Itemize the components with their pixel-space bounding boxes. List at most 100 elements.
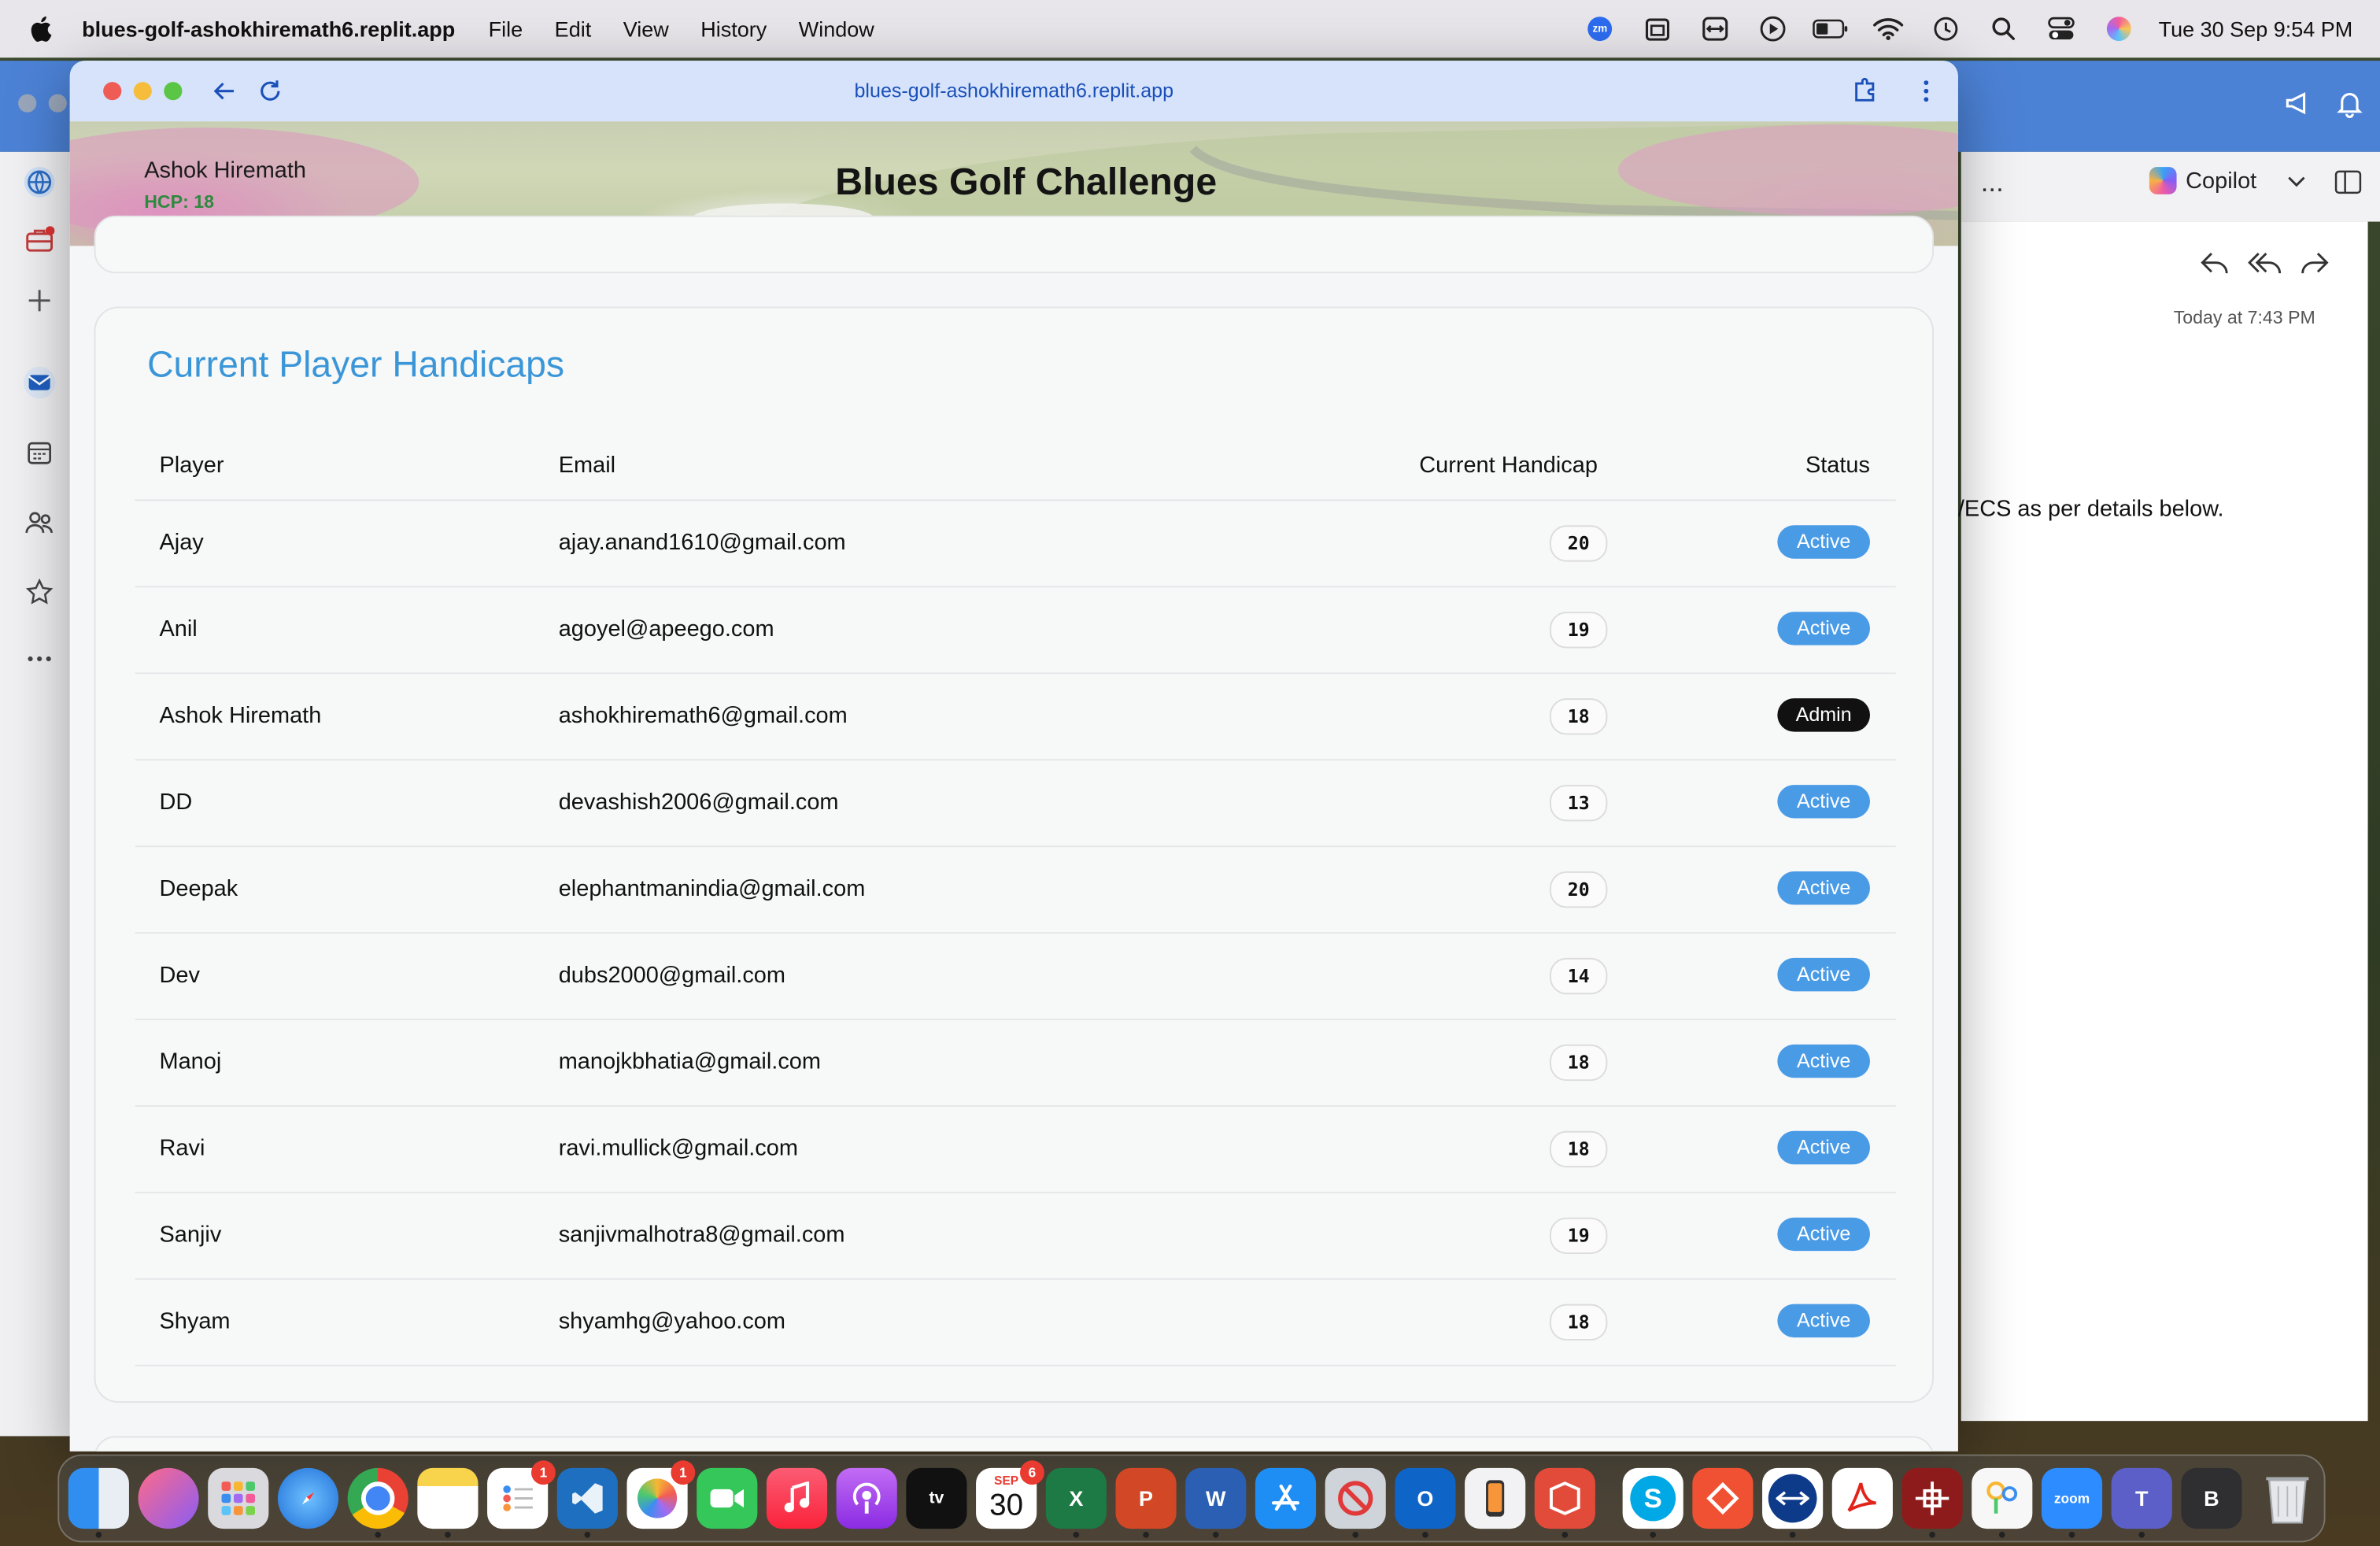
menu-window[interactable]: Window [799,17,874,41]
add-icon[interactable] [21,283,57,319]
previous-card [94,215,1934,274]
reply-icon[interactable] [2199,249,2230,283]
play-status-icon[interactable] [1755,10,1791,46]
wifi-icon[interactable] [1870,10,1906,46]
status-badge: Active [1777,871,1870,905]
column-header-email: Email [558,452,616,479]
player-name: Anil [159,616,198,642]
player-name: Deepak [159,875,238,902]
running-indicator [375,1531,382,1538]
player-email: manojkbhatia@gmail.com [558,1049,821,1075]
control-center-icon[interactable] [2043,10,2079,46]
status-badge: Admin [1777,698,1870,732]
calendar-month: SEP [994,1474,1019,1488]
powerpoint-icon[interactable]: P [1115,1467,1177,1529]
star-icon[interactable] [21,574,57,610]
outlook-more-button[interactable]: ... [1981,167,2004,198]
player-name: Ajay [159,530,204,556]
apple-tv-icon[interactable]: tv [906,1467,967,1529]
menubar-clock[interactable]: Tue 30 Sep 9:54 PM [2159,17,2353,41]
acrobat-icon[interactable] [1831,1467,1893,1529]
people-icon[interactable] [21,504,57,540]
browser-menu-icon[interactable] [1922,79,1931,110]
player-email: agoyel@apeego.com [558,616,774,642]
excel-icon[interactable]: X [1045,1467,1107,1529]
outlook-close-dot[interactable] [18,94,37,113]
finder-icon[interactable] [68,1467,129,1529]
reading-pane-toggle-icon[interactable] [2334,170,2362,202]
zoom-status-icon[interactable]: zm [1582,10,1618,46]
extensions-puzzle-icon[interactable] [1852,76,1879,110]
launchpad-icon[interactable] [208,1467,269,1529]
menu-file[interactable]: File [489,17,523,41]
running-indicator [584,1531,591,1538]
outlook-minimize-dot[interactable] [48,94,67,113]
menu-history[interactable]: History [700,17,767,41]
facetime-icon[interactable] [697,1467,758,1529]
table-row: Ashok Hiremath ashokhiremath6@gmail.com 18… [135,672,1896,761]
menu-edit[interactable]: Edit [555,17,592,41]
more-apps-icon[interactable] [21,641,57,677]
calendar-icon[interactable] [21,435,57,471]
word-icon[interactable]: W [1185,1467,1247,1529]
active-app-name[interactable]: blues-golf-ashokhiremath6.replit.app [82,17,455,41]
battery-icon[interactable] [1813,10,1849,46]
siri-icon[interactable] [2101,10,2137,46]
chrome-icon[interactable] [347,1467,408,1529]
notes-icon[interactable] [417,1467,479,1529]
passwords-icon[interactable] [1972,1467,2033,1529]
table-row: Ajay ajay.anand1610@gmail.com 20 Active [135,499,1896,588]
briefcase-icon[interactable] [21,222,57,258]
music-icon[interactable] [766,1467,828,1529]
handicap-badge: 18 [1550,1130,1608,1168]
reply-all-icon[interactable] [2248,249,2282,283]
podcasts-icon[interactable] [836,1467,897,1529]
git-client-icon[interactable] [1692,1467,1754,1529]
time-machine-icon[interactable] [1927,10,1964,46]
player-email: sanjivmalhotra8@gmail.com [558,1222,845,1248]
globe-icon[interactable] [21,164,57,200]
browser-window: blues-golf-ashokhiremath6.replit.app Ash… [69,61,1958,1452]
system-utility-icon[interactable] [1325,1467,1386,1529]
mail-icon[interactable] [21,364,57,401]
megaphone-icon[interactable] [2283,88,2314,126]
forward-icon[interactable] [2300,249,2330,283]
notification-bell-icon[interactable] [2334,88,2365,126]
skype-icon[interactable]: S [1622,1467,1683,1529]
running-indicator [2138,1531,2145,1538]
bbedit-label: B [2204,1486,2219,1511]
running-indicator [1073,1531,1080,1538]
zoom-app-icon[interactable]: zoom [2041,1467,2103,1529]
table-row: Sanjiv sanjivmalhotra8@gmail.com 19 Active [135,1192,1896,1280]
handicap-badge: 20 [1550,871,1608,908]
player-name: DD [159,789,193,816]
teamviewer-app-icon[interactable] [1762,1467,1824,1529]
app-store-icon[interactable] [1255,1467,1317,1529]
reminders-icon[interactable]: 1 [487,1460,556,1529]
running-indicator [95,1531,102,1538]
sketchup-icon[interactable] [1534,1467,1595,1529]
trash-icon[interactable] [2257,1468,2318,1529]
vscode-icon[interactable] [556,1467,618,1529]
safari-icon[interactable] [277,1467,339,1529]
photos-icon[interactable]: 1 [626,1460,696,1529]
teamviewer-status-icon[interactable] [1697,10,1733,46]
outlook-app-icon[interactable]: O [1395,1467,1456,1529]
table-row: Ravi ravi.mullick@gmail.com 18 Active [135,1105,1896,1193]
address-bar[interactable]: blues-golf-ashokhiremath6.replit.app [70,79,1958,102]
iphone-mirroring-icon[interactable] [1465,1467,1526,1529]
player-email: elephantmanindia@gmail.com [558,875,866,902]
outlook-sidebar [0,151,79,1437]
bbedit-icon[interactable]: B [2181,1467,2242,1529]
copilot-icon [2149,167,2177,194]
menu-view[interactable]: View [623,17,669,41]
teams-icon[interactable]: T [2111,1467,2172,1529]
apple-menu-icon[interactable] [28,15,58,43]
copilot-app-icon[interactable] [138,1467,199,1529]
table-row: Manoj manojkbhatia@gmail.com 18 Active [135,1019,1896,1107]
clipboard-status-icon[interactable] [1639,10,1676,46]
autocad-icon[interactable] [1901,1467,1963,1529]
calendar-app-icon[interactable]: SEP 30 6 [976,1460,1044,1529]
spotlight-search-icon[interactable] [1986,10,2022,46]
copilot-button[interactable]: Copilot [2149,167,2305,194]
